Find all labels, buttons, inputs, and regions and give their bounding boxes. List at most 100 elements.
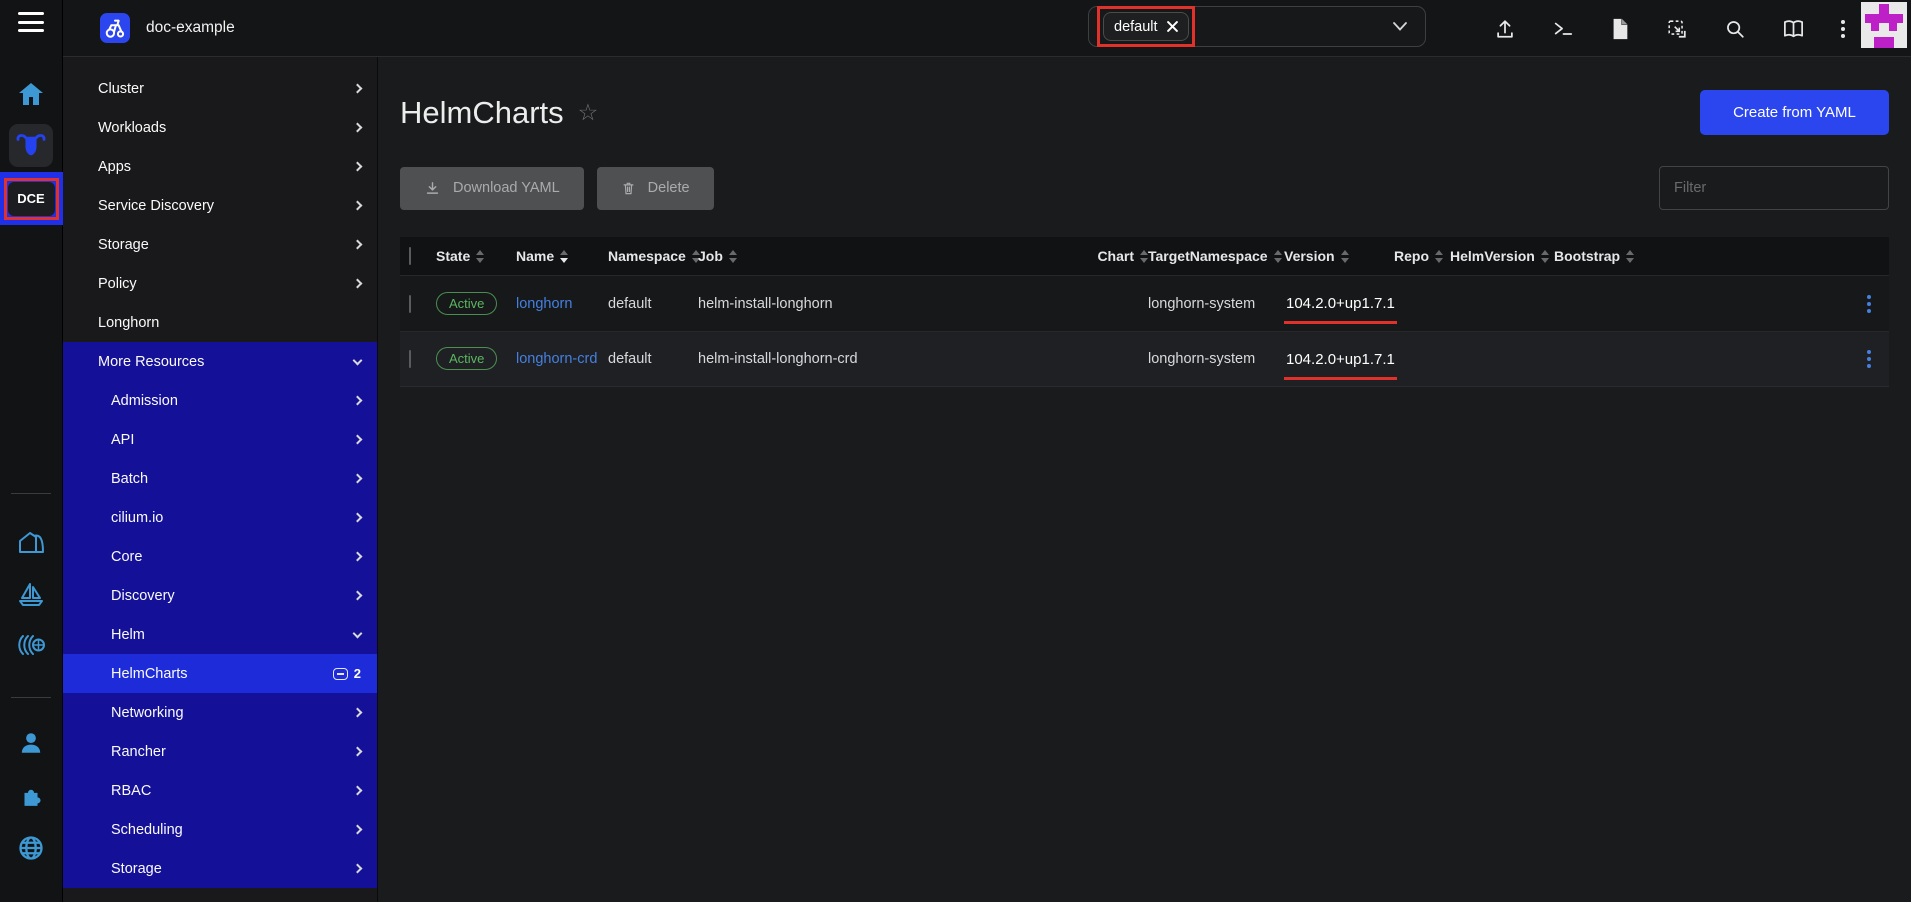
namespace-chip[interactable]: default	[1103, 12, 1189, 41]
row-checkbox[interactable]	[409, 295, 411, 313]
chevron-right-icon	[353, 513, 363, 523]
column-header-target-namespace[interactable]: TargetNamespace	[1148, 248, 1284, 264]
cell-target-namespace: longhorn-system	[1148, 296, 1284, 312]
download-yaml-button[interactable]: Download YAML	[400, 167, 584, 210]
fleet-chevrons-icon[interactable]	[16, 634, 46, 656]
hamburger-menu-icon[interactable]	[18, 12, 44, 32]
cell-version-annotated: 104.2.0+up1.7.1	[1284, 295, 1397, 324]
sidebar-item-storage[interactable]: Storage	[63, 225, 377, 264]
cell-target-namespace: longhorn-system	[1148, 351, 1284, 367]
file-icon[interactable]	[1610, 18, 1630, 40]
cell-job: helm-install-longhorn	[698, 296, 858, 312]
home-icon[interactable]	[18, 82, 44, 106]
chevron-right-icon	[353, 552, 363, 562]
sidebar-item-rancher[interactable]: Rancher	[63, 732, 377, 771]
dce-active-highlight: DCE	[0, 172, 63, 225]
namespace-filter-dropdown[interactable]: default	[1088, 6, 1426, 47]
sidebar-nav: Cluster Workloads Apps Service Discovery…	[63, 57, 378, 902]
annotation-box-namespace: default	[1097, 6, 1195, 47]
docs-book-icon[interactable]	[1782, 19, 1805, 39]
upload-icon[interactable]	[1494, 18, 1516, 40]
chevron-right-icon	[353, 279, 363, 289]
sidebar-item-longhorn[interactable]: Longhorn	[63, 303, 377, 342]
column-header-chart[interactable]: Chart	[858, 248, 1148, 264]
user-icon[interactable]	[18, 730, 44, 756]
column-header-version[interactable]: Version	[1284, 248, 1394, 264]
cell-namespace: default	[608, 296, 698, 312]
sidebar-item-apps[interactable]: Apps	[63, 147, 377, 186]
column-header-helm-version[interactable]: HelmVersion	[1450, 248, 1554, 264]
chevron-right-icon	[353, 591, 363, 601]
cell-version-annotated: 104.2.0+up1.7.1	[1284, 351, 1397, 380]
delete-button[interactable]: Delete	[597, 167, 714, 210]
remove-chip-icon[interactable]	[1167, 21, 1178, 32]
chevron-down-icon	[1393, 22, 1407, 31]
chevron-right-icon	[353, 747, 363, 757]
row-checkbox[interactable]	[409, 350, 411, 368]
sailboat-icon[interactable]	[17, 581, 45, 609]
sidebar-item-scheduling[interactable]: Scheduling	[63, 810, 377, 849]
sidebar-item-workloads[interactable]: Workloads	[63, 108, 377, 147]
row-actions-kebab-icon[interactable]	[1867, 350, 1871, 368]
name-link[interactable]: longhorn	[516, 296, 572, 312]
column-header-job[interactable]: Job	[698, 248, 858, 264]
chevron-right-icon	[353, 864, 363, 874]
namespace-chip-label: default	[1114, 19, 1158, 35]
avatar[interactable]	[1861, 2, 1907, 48]
create-from-yaml-button[interactable]: Create from YAML	[1700, 90, 1889, 135]
sidebar-item-networking[interactable]: Networking	[63, 693, 377, 732]
column-header-name[interactable]: Name	[516, 248, 608, 264]
column-header-namespace[interactable]: Namespace	[608, 248, 698, 264]
sidebar-item-helm[interactable]: Helm	[63, 615, 377, 654]
column-header-repo[interactable]: Repo	[1394, 248, 1450, 264]
favorite-star-icon[interactable]: ☆	[578, 101, 599, 124]
main-panel: HelmCharts ☆ Create from YAML Download Y…	[378, 57, 1911, 902]
sidebar-item-rbac[interactable]: RBAC	[63, 771, 377, 810]
status-badge: Active	[436, 292, 497, 315]
sidebar-item-more-resources[interactable]: More Resources	[63, 342, 377, 381]
filter-input[interactable]	[1659, 166, 1889, 210]
chevron-right-icon	[353, 396, 363, 406]
sidebar-item-core[interactable]: Core	[63, 537, 377, 576]
table-row: Active longhorn-crd default helm-install…	[400, 331, 1889, 387]
left-rail: DCE	[0, 0, 63, 902]
annotation-box-dce: DCE	[4, 178, 59, 220]
import-yaml-icon[interactable]	[1666, 18, 1688, 40]
sidebar-item-service-discovery[interactable]: Service Discovery	[63, 186, 377, 225]
sidebar-item-discovery[interactable]: Discovery	[63, 576, 377, 615]
kubectl-shell-icon[interactable]	[1552, 18, 1574, 40]
sidebar-item-cilium-io[interactable]: cilium.io	[63, 498, 377, 537]
name-link[interactable]: longhorn-crd	[516, 351, 597, 367]
download-icon	[424, 180, 441, 197]
select-all-checkbox[interactable]	[409, 247, 411, 265]
dce-button[interactable]: DCE	[8, 182, 55, 216]
sidebar-item-api[interactable]: API	[63, 420, 377, 459]
sidebar-item-storage-sub[interactable]: Storage	[63, 849, 377, 888]
chevron-right-icon	[353, 240, 363, 250]
chevron-right-icon	[353, 201, 363, 211]
chevron-right-icon	[353, 708, 363, 718]
sidebar-item-policy[interactable]: Policy	[63, 264, 377, 303]
globe-icon[interactable]	[17, 834, 45, 862]
steer-icon	[16, 133, 46, 159]
top-bar: doc-example default	[63, 0, 1911, 57]
chevron-right-icon	[353, 825, 363, 835]
row-actions-kebab-icon[interactable]	[1867, 295, 1871, 313]
resource-count-icon	[333, 668, 348, 680]
sidebar-item-helmcharts[interactable]: HelmCharts 2	[63, 654, 377, 693]
table-header-row: State Name Namespace Job Chart TargetNam…	[400, 237, 1889, 275]
sidebar-item-admission[interactable]: Admission	[63, 381, 377, 420]
column-header-state[interactable]: State	[436, 248, 516, 264]
sidebar-item-cluster[interactable]: Cluster	[63, 69, 377, 108]
sidebar-item-batch[interactable]: Batch	[63, 459, 377, 498]
harvester-barn-icon[interactable]	[17, 529, 45, 555]
resource-count: 2	[354, 666, 361, 681]
chevron-right-icon	[353, 474, 363, 484]
extensions-puzzle-icon[interactable]	[18, 782, 44, 808]
rail-divider	[11, 493, 51, 494]
search-icon[interactable]	[1724, 18, 1746, 40]
column-header-bootstrap[interactable]: Bootstrap	[1554, 248, 1659, 264]
kebab-menu-icon[interactable]	[1841, 20, 1845, 38]
app-logo[interactable]	[100, 13, 130, 43]
cluster-steer-button[interactable]	[9, 124, 53, 167]
